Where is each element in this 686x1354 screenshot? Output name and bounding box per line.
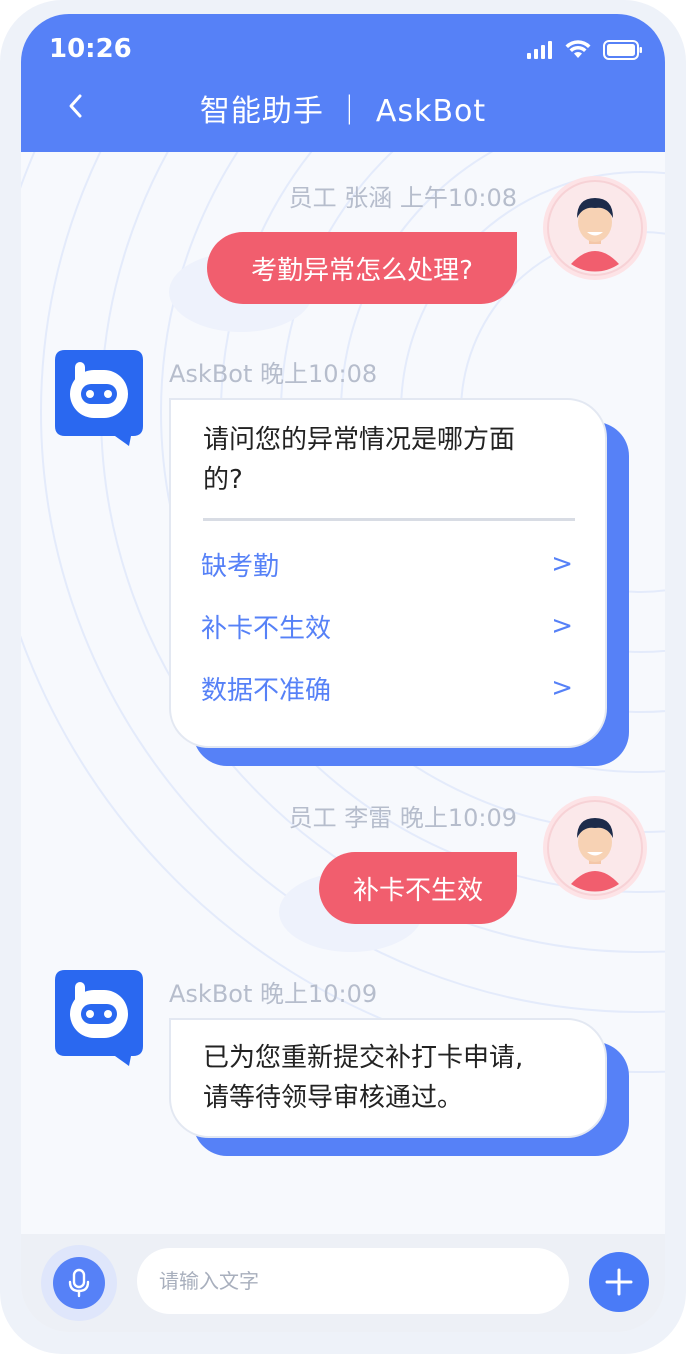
input-bar	[21, 1234, 665, 1332]
battery-icon	[603, 40, 642, 60]
status-time: 10:26	[49, 34, 132, 64]
message-sender-meta: AskBot 晚上10:09	[169, 980, 378, 1008]
option-data-inaccurate[interactable]: 数据不准确 >	[201, 668, 573, 708]
phone-frame: 10:26 智能助手 ｜ AskBot 员工 张涵 上午10:08 考勤异常怎么…	[0, 0, 686, 1354]
divider	[203, 518, 575, 521]
wifi-icon	[565, 40, 591, 58]
message-sender-meta: 员工 张涵 上午10:08	[288, 184, 517, 212]
message-input[interactable]	[137, 1248, 569, 1314]
status-icons	[527, 40, 643, 60]
askbot-logo-icon	[53, 348, 145, 446]
chat-content: 员工 张涵 上午10:08 考勤异常怎么处理? AskBot 晚上10:08 请…	[21, 152, 665, 1234]
bot-message-line: 的?	[203, 465, 243, 495]
bot-message-card: 请问您的异常情况是哪方面 的? 缺考勤 > 补卡不生效 > 数据不准确 >	[169, 398, 607, 748]
bot-message-line: 已为您重新提交补打卡申请,	[203, 1043, 524, 1073]
bot-message-line: 请问您的异常情况是哪方面	[203, 425, 516, 455]
header-bar: 10:26 智能助手 ｜ AskBot	[21, 14, 665, 152]
bot-message-line: 请等待领导审核通过。	[203, 1083, 464, 1113]
message-sender-meta: AskBot 晚上10:08	[169, 360, 378, 388]
option-label: 缺考勤	[201, 551, 280, 582]
voice-input-button[interactable]	[41, 1245, 117, 1321]
chevron-right-icon: >	[551, 611, 573, 641]
signal-icon	[527, 41, 552, 59]
chevron-right-icon: >	[551, 549, 573, 579]
option-label: 补卡不生效	[201, 613, 332, 644]
askbot-logo-icon	[53, 968, 145, 1066]
user-avatar-icon	[543, 176, 647, 280]
user-message-bubble: 补卡不生效	[319, 852, 517, 924]
plus-icon[interactable]	[589, 1252, 649, 1312]
message-sender-meta: 员工 李雷 晚上10:09	[288, 804, 517, 832]
option-card-fix-not-effective[interactable]: 补卡不生效 >	[201, 606, 573, 646]
user-avatar-icon	[543, 796, 647, 900]
microphone-icon	[53, 1257, 105, 1309]
page-title: 智能助手 ｜ AskBot	[199, 94, 487, 129]
option-missing-attendance[interactable]: 缺考勤 >	[201, 544, 573, 584]
user-message-bubble: 考勤异常怎么处理?	[207, 232, 517, 304]
chat-screen: 10:26 智能助手 ｜ AskBot 员工 张涵 上午10:08 考勤异常怎么…	[21, 14, 665, 1332]
chevron-right-icon: >	[551, 673, 573, 703]
option-label: 数据不准确	[201, 675, 332, 706]
bot-message-card: 已为您重新提交补打卡申请, 请等待领导审核通过。	[169, 1018, 607, 1138]
